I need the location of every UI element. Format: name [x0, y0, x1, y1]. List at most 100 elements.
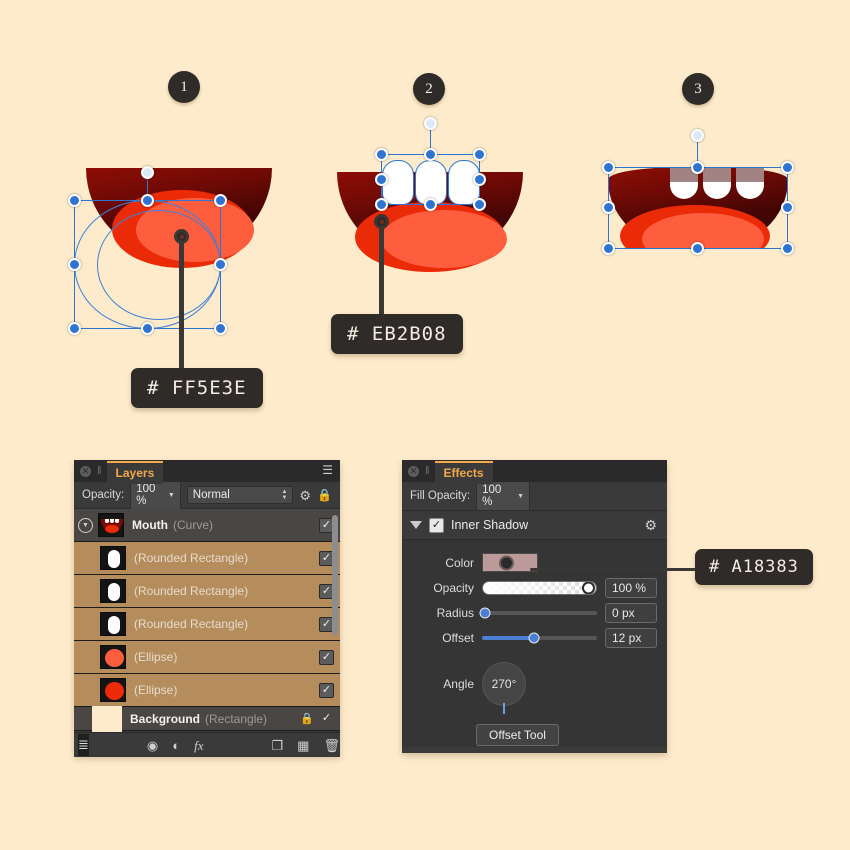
inner-shadow-header[interactable]: ✓ Inner Shadow ⚙ — [402, 511, 667, 540]
layer-visibility-checkbox[interactable]: ✓ — [319, 682, 334, 698]
handle-bottom-center-2[interactable] — [424, 198, 437, 211]
layers-scrollbar[interactable] — [332, 515, 338, 635]
check-icon: ✓ — [321, 650, 332, 663]
gear-icon[interactable]: ⚙ — [299, 489, 311, 502]
offset-tool-row: Offset Tool — [476, 724, 657, 746]
handle-mid-left-2[interactable] — [375, 173, 388, 186]
fill-opacity-dropdown[interactable]: 100 % ▼ — [476, 481, 531, 511]
layer-thumbnail-tooth — [100, 546, 126, 570]
adjustment-icon[interactable]: ◐ — [172, 739, 180, 752]
handle-mid-left-3[interactable] — [602, 201, 615, 214]
color-callout-eb2b08-label: # EB2B08 — [347, 323, 447, 345]
tab-layers-label: Layers — [115, 465, 155, 480]
new-layer-icon[interactable]: ❐ — [272, 739, 284, 752]
chevron-down-icon[interactable] — [410, 521, 422, 529]
offset-slider-knob[interactable] — [528, 632, 540, 643]
new-pixel-layer-icon[interactable]: ▦ — [297, 739, 309, 752]
angle-dial[interactable]: 270° — [482, 662, 526, 714]
layer-thumbnail-background — [92, 705, 122, 732]
offset-tool-label: Offset Tool — [489, 728, 546, 742]
check-icon: ✓ — [321, 584, 332, 597]
radius-slider-knob[interactable] — [479, 607, 491, 618]
blend-mode-select[interactable]: Normal ▲ ▼ — [186, 486, 294, 504]
tongue-highlight-shape — [381, 210, 507, 268]
offset-row: Offset 12 px — [412, 625, 657, 650]
step-badge-2-label: 2 — [425, 80, 433, 97]
close-icon-glyph: ✕ — [409, 465, 418, 476]
delete-layer-icon[interactable]: 🗑 — [323, 739, 340, 752]
table-row[interactable]: (Rounded Rectangle) ✓ — [74, 575, 340, 608]
chevron-down-icon: ▼ — [517, 492, 525, 500]
handle-mid-right-1[interactable] — [214, 258, 227, 271]
handle-top-right-2[interactable] — [473, 148, 486, 161]
handle-bottom-left-2[interactable] — [375, 198, 388, 211]
drag-grip-icon[interactable]: ‖ — [97, 465, 101, 477]
offset-slider[interactable] — [482, 632, 597, 643]
opacity-slider-knob[interactable] — [582, 581, 595, 594]
color-callout-ff5e3e: # FF5E3E — [131, 368, 263, 408]
effects-panel: ✕ ‖ Effects Fill Opacity: 100 % ▼ ✓ Inne… — [402, 460, 667, 753]
table-row[interactable]: (Ellipse) ✓ — [74, 641, 340, 674]
handle-top-center-3[interactable] — [691, 161, 704, 174]
handle-bottom-center-3[interactable] — [691, 242, 704, 255]
drag-grip-icon[interactable]: ‖ — [425, 465, 429, 477]
rotate-handle-2[interactable] — [424, 117, 437, 130]
handle-bottom-center-1[interactable] — [141, 322, 154, 335]
layers-stack-icon[interactable]: ≣ — [78, 734, 89, 756]
opacity-slider[interactable] — [482, 580, 597, 595]
layer-thumbnail-tooth — [100, 579, 126, 603]
selection-box-3[interactable] — [608, 167, 788, 249]
lock-icon[interactable]: 🔒 — [300, 712, 314, 725]
lock-icon[interactable]: 🔒 — [317, 489, 332, 501]
layers-panel-tabbar: ✕ ‖ Layers ☰ — [74, 460, 340, 484]
handle-top-right-3[interactable] — [781, 161, 794, 174]
handle-bottom-left-1[interactable] — [68, 322, 81, 335]
color-swatch-knob[interactable] — [499, 555, 514, 570]
panel-menu-icon[interactable]: ☰ — [322, 464, 333, 476]
opacity-value-field[interactable]: 100 % — [605, 577, 657, 598]
fx-icon[interactable]: fx — [194, 739, 203, 752]
handle-mid-left-1[interactable] — [68, 258, 81, 271]
step-badge-1: 1 — [168, 71, 200, 103]
mask-icon[interactable]: ◉ — [147, 739, 158, 752]
effects-panel-tabbar: ✕ ‖ Effects — [402, 460, 667, 484]
offset-tool-button[interactable]: Offset Tool — [476, 724, 559, 746]
layer-visibility-checkbox[interactable]: ✓ — [319, 649, 334, 665]
handle-top-left-2[interactable] — [375, 148, 388, 161]
offset-value-field[interactable]: 12 px — [605, 627, 657, 648]
handle-bottom-right-1[interactable] — [214, 322, 227, 335]
table-row[interactable]: (Ellipse) ✓ — [74, 674, 340, 707]
gear-icon[interactable]: ⚙ — [644, 517, 657, 534]
handle-top-right-1[interactable] — [214, 194, 227, 207]
tab-layers[interactable]: Layers — [106, 460, 164, 484]
handle-mid-right-3[interactable] — [781, 201, 794, 214]
inner-shadow-checkbox[interactable]: ✓ — [429, 517, 444, 533]
tab-effects[interactable]: Effects — [434, 460, 493, 484]
handle-bottom-left-3[interactable] — [602, 242, 615, 255]
table-row[interactable]: ▼ Mouth (Curve) ✓ — [74, 509, 340, 542]
handle-mid-right-2[interactable] — [473, 173, 486, 186]
radius-value-field[interactable]: 0 px — [605, 602, 657, 623]
handle-top-center-2[interactable] — [424, 148, 437, 161]
handle-top-center-1[interactable] — [141, 194, 154, 207]
offset-label: Offset — [442, 630, 474, 645]
canvas: 1 2 3 # FF5E3E # EB2B08 ✕ ‖ Layers ☰ Opa… — [0, 0, 850, 850]
table-row[interactable]: Background (Rectangle) 🔒 ✓ — [74, 705, 340, 732]
table-row[interactable]: (Rounded Rectangle) ✓ — [74, 608, 340, 641]
layer-visibility-checkbox[interactable]: ✓ — [319, 711, 334, 726]
handle-top-left-3[interactable] — [602, 161, 615, 174]
color-callout-ff5e3e-label: # FF5E3E — [147, 377, 247, 399]
layers-list[interactable]: ▼ Mouth (Curve) ✓ (Rounded Rectangle) ✓ — [74, 509, 340, 732]
opacity-dropdown[interactable]: 100 % ▼ — [130, 480, 181, 510]
close-icon[interactable]: ✕ — [408, 465, 419, 477]
step-badge-3: 3 — [682, 73, 714, 105]
rotate-handle-1[interactable] — [141, 166, 154, 179]
table-row[interactable]: (Rounded Rectangle) ✓ — [74, 542, 340, 575]
handle-bottom-right-2[interactable] — [473, 198, 486, 211]
chevron-down-icon[interactable]: ▼ — [78, 517, 93, 533]
close-icon[interactable]: ✕ — [80, 465, 91, 477]
radius-slider[interactable] — [479, 607, 597, 618]
handle-bottom-right-3[interactable] — [781, 242, 794, 255]
rotate-handle-3[interactable] — [691, 129, 704, 142]
handle-top-left-1[interactable] — [68, 194, 81, 207]
